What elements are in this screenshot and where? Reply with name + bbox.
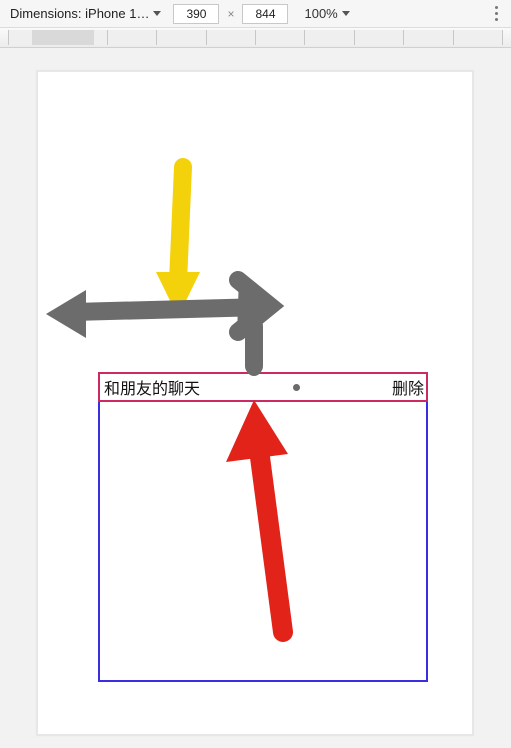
- responsive-ruler: [0, 28, 511, 48]
- dimensions-separator-label: ×: [227, 7, 234, 21]
- ruler-segment[interactable]: [354, 30, 403, 45]
- chevron-down-icon: [153, 11, 161, 16]
- more-vert-icon: [495, 18, 498, 21]
- ruler-segment[interactable]: [156, 30, 205, 45]
- ruler-segment[interactable]: [107, 30, 156, 45]
- drag-dot-icon[interactable]: [293, 384, 300, 391]
- more-options-button[interactable]: [487, 1, 505, 27]
- device-dimensions-dropdown[interactable]: Dimensions: iPhone 1…: [6, 4, 165, 23]
- zoom-level-label: 100%: [304, 6, 337, 21]
- more-vert-icon: [495, 12, 498, 15]
- gray-horizontal-arrow-icon: [46, 280, 275, 376]
- delete-button[interactable]: 删除: [392, 375, 426, 399]
- ruler-segment[interactable]: [304, 30, 353, 45]
- device-canvas-background: 和朋友的聊天 删除: [0, 48, 511, 748]
- ruler-segment[interactable]: [403, 30, 452, 45]
- device-dimensions-label: Dimensions: iPhone 1…: [10, 6, 149, 21]
- ruler-segment[interactable]: [206, 30, 255, 45]
- ruler-segment[interactable]: [453, 30, 503, 45]
- zoom-level-dropdown[interactable]: 100%: [300, 4, 353, 23]
- drag-handle-wrap: [200, 384, 392, 391]
- viewport-height-input[interactable]: [242, 4, 288, 24]
- chat-card-header[interactable]: 和朋友的聊天 删除: [98, 372, 428, 402]
- chevron-down-icon: [342, 11, 350, 16]
- viewport-width-input[interactable]: [173, 4, 219, 24]
- ruler-current-breakpoint[interactable]: [32, 30, 94, 45]
- devtools-device-toolbar: Dimensions: iPhone 1… × 100%: [0, 0, 511, 28]
- yellow-arrow-icon: [156, 167, 200, 317]
- chat-card-title: 和朋友的聊天: [100, 375, 200, 399]
- chat-card: 和朋友的聊天 删除: [98, 372, 428, 682]
- device-screen: 和朋友的聊天 删除: [36, 70, 474, 736]
- ruler-segment[interactable]: [255, 30, 304, 45]
- more-vert-icon: [495, 6, 498, 9]
